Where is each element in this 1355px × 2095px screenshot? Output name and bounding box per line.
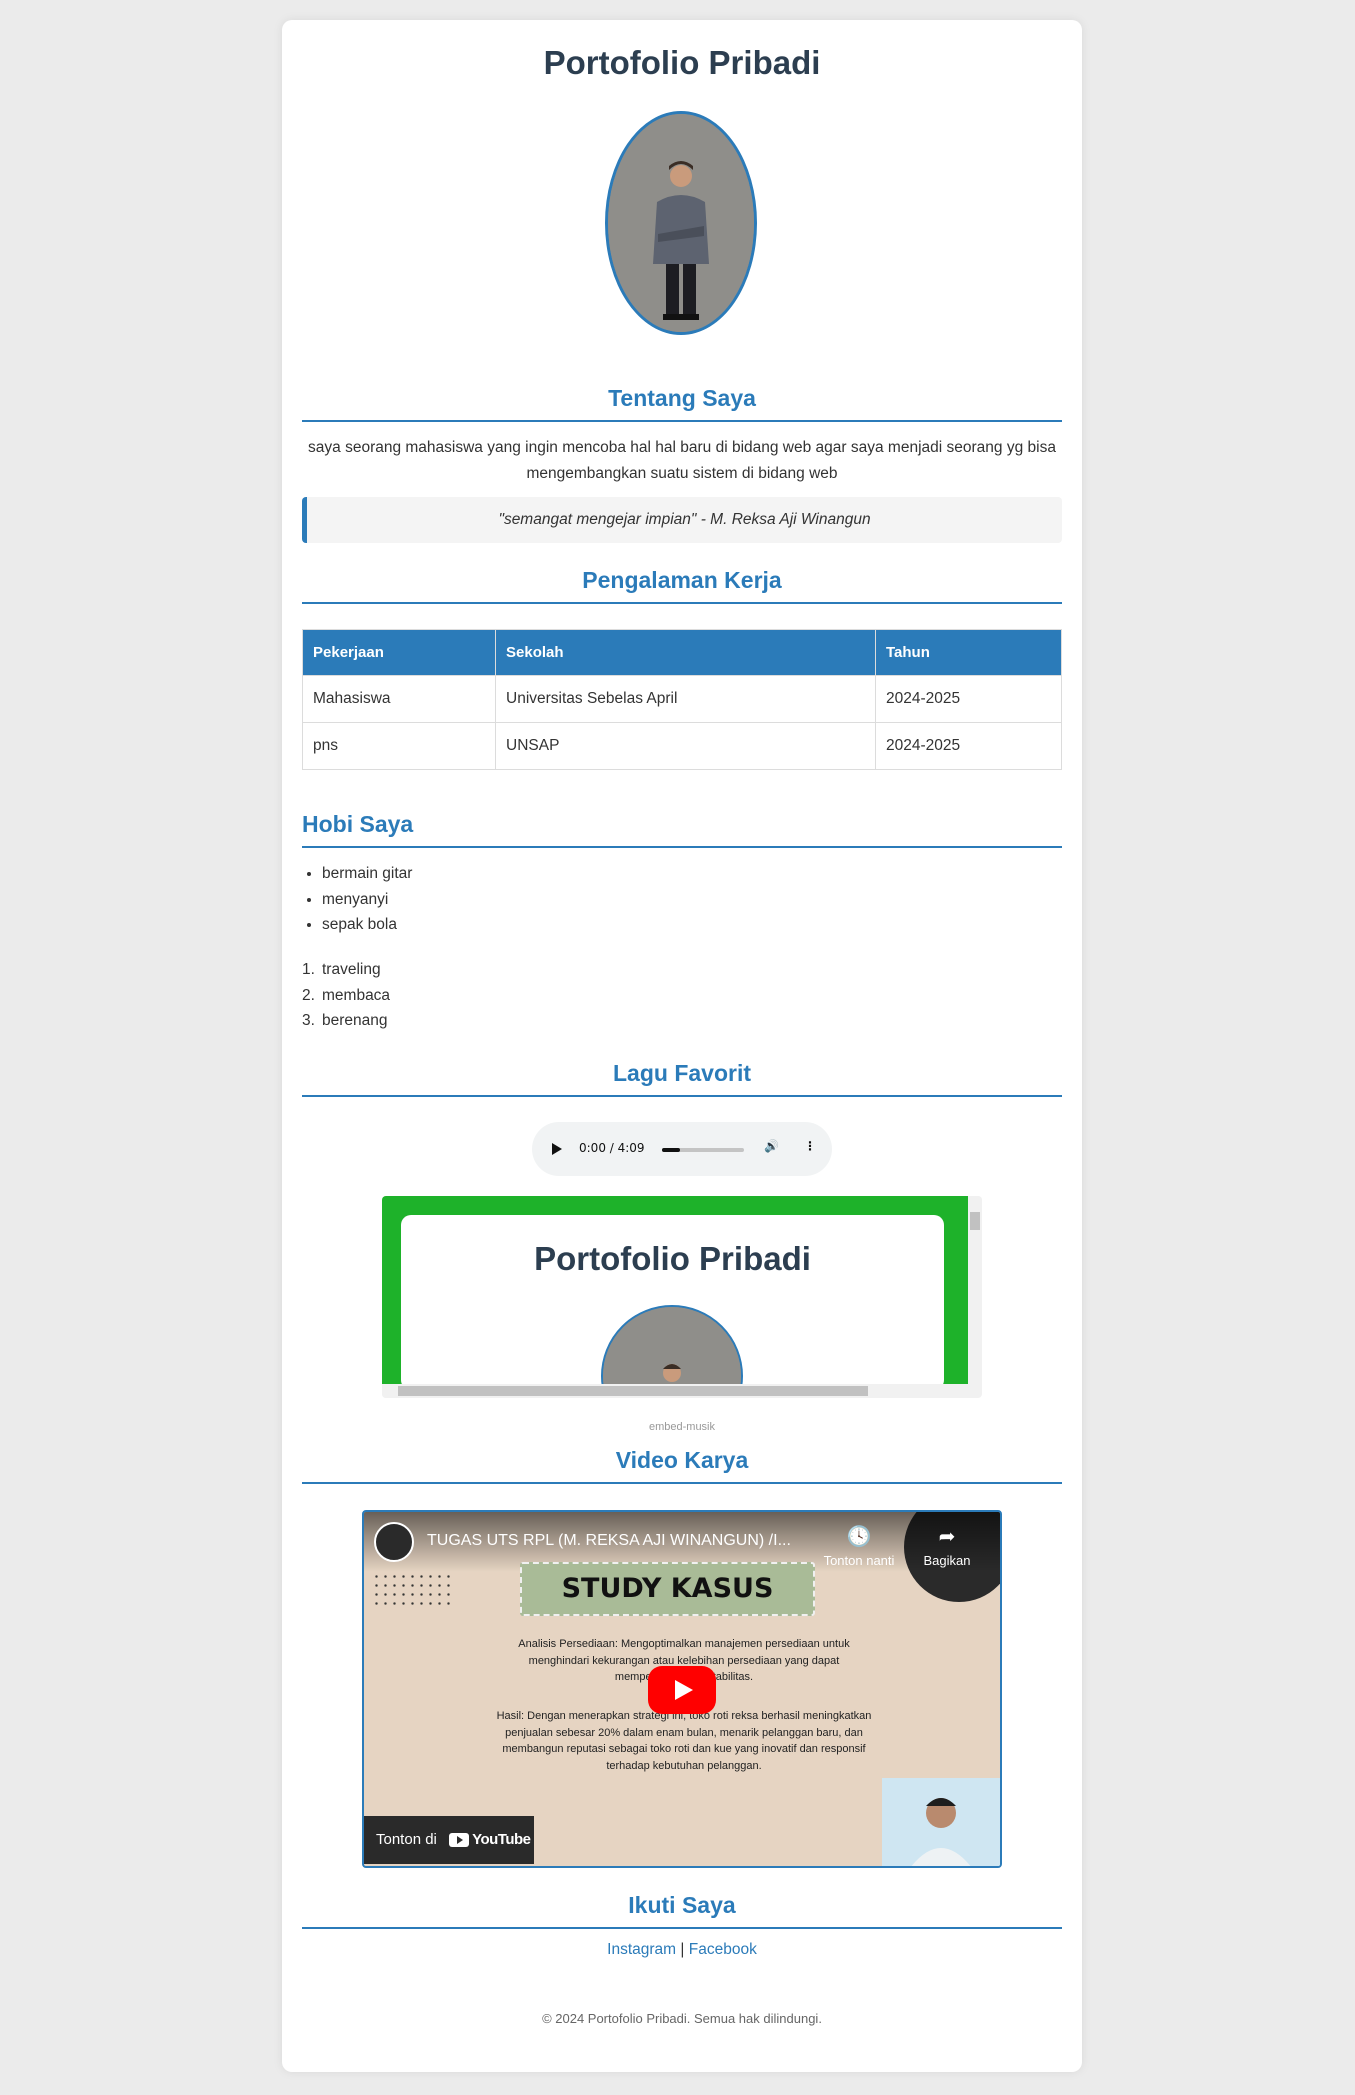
profile-photo [605, 111, 757, 335]
list-item: menyanyi [322, 887, 412, 913]
volume-icon[interactable]: 🔊 [764, 1139, 779, 1153]
table-cell: 2024-2025 [875, 675, 1062, 723]
list-item: membaca [302, 983, 391, 1008]
social-links: Instagram | Facebook [302, 1941, 1062, 1959]
table-cell: Universitas Sebelas April [495, 675, 876, 723]
music-heading: Lagu Favorit [302, 1060, 1062, 1097]
music-embed-frame[interactable]: Portofolio Pribadi [382, 1196, 982, 1398]
embed-vertical-scrollbar[interactable] [968, 1196, 982, 1384]
column-header-sekolah: Sekolah [495, 629, 876, 676]
audio-player[interactable]: 0:00 / 4:09 🔊 ⋮ [532, 1122, 832, 1176]
table-cell: 2024-2025 [875, 722, 1062, 770]
webcam-person-illustration [882, 1778, 1000, 1866]
portfolio-card: Portofolio Pribadi Tentang Saya saya seo… [282, 20, 1082, 2072]
slide-paragraph: Hasil: Dengan menerapkan strategi ini, t… [496, 1710, 872, 1772]
more-options-icon[interactable]: ⋮ [804, 1139, 816, 1153]
table-header-row: Pekerjaan Sekolah Tahun [302, 629, 1062, 676]
list-item: traveling [302, 957, 381, 982]
clock-icon: 🕓 [846, 1526, 872, 1548]
embed-label: embed-musik [648, 1421, 716, 1433]
instagram-link[interactable]: Instagram [607, 1941, 676, 1958]
video-heading: Video Karya [302, 1447, 1062, 1484]
page-title: Portofolio Pribadi [543, 44, 821, 81]
table-row: Mahasiswa Universitas Sebelas April 2024… [302, 675, 1062, 723]
embed-background: Portofolio Pribadi [382, 1196, 968, 1398]
about-text: saya seorang mahasiswa yang ingin mencob… [308, 439, 1056, 482]
list-item: berenang [302, 1008, 388, 1033]
watch-later-label: Tonton nanti [823, 1553, 895, 1568]
share-label: Bagikan [923, 1553, 971, 1568]
quote: "semangat mengejar impian" - M. Reksa Aj… [302, 497, 1062, 543]
work-table: Pekerjaan Sekolah Tahun Mahasiswa Univer… [302, 629, 1062, 770]
hobbies-numbered-list: traveling membaca berenang [302, 957, 390, 1034]
webcam-overlay [882, 1778, 1000, 1866]
footer-copyright: © 2024 Portofolio Pribadi. Semua hak dil… [542, 2011, 822, 2026]
embed-title: Portofolio Pribadi [534, 1240, 811, 1277]
audio-seek-slider[interactable] [662, 1148, 744, 1152]
work-heading: Pengalaman Kerja [302, 567, 1062, 604]
share-button[interactable]: ➦ Bagikan [907, 1524, 987, 1568]
share-icon: ➦ [938, 1526, 956, 1548]
embed-card: Portofolio Pribadi [401, 1215, 944, 1398]
table-row: pns UNSAP 2024-2025 [302, 722, 1062, 770]
hobbies-bulleted-list: bermain gitar menyanyi sepak bola [302, 861, 412, 938]
table-cell: Mahasiswa [302, 675, 496, 723]
table-cell: UNSAP [495, 722, 876, 770]
column-header-tahun: Tahun [875, 629, 1062, 676]
scrollbar-thumb[interactable] [970, 1212, 980, 1230]
audio-progress-fill [662, 1148, 681, 1152]
link-separator: | [680, 1941, 685, 1958]
column-header-pekerjaan: Pekerjaan [302, 629, 496, 676]
youtube-embed[interactable]: TUGAS UTS RPL (M. REKSA AJI WINANGUN) /I… [362, 1510, 1002, 1868]
person-photo-illustration [608, 114, 754, 332]
slide-banner: STUDY KASUS [520, 1562, 815, 1616]
channel-avatar[interactable] [374, 1522, 414, 1562]
youtube-play-icon [449, 1833, 470, 1848]
video-title[interactable]: TUGAS UTS RPL (M. REKSA AJI WINANGUN) /I… [427, 1532, 817, 1550]
social-heading: Ikuti Saya [302, 1892, 1062, 1929]
play-icon[interactable] [552, 1143, 562, 1155]
hobbies-heading: Hobi Saya [302, 811, 1062, 848]
watch-on-label: Tonton di [376, 1831, 437, 1848]
play-button[interactable] [648, 1666, 716, 1714]
youtube-wordmark: YouTube [472, 1831, 531, 1848]
embed-horizontal-scrollbar[interactable] [382, 1384, 968, 1398]
list-item: bermain gitar [322, 861, 412, 887]
youtube-logo: YouTube [449, 1816, 531, 1864]
scrollbar-thumb[interactable] [398, 1386, 868, 1396]
table-cell: pns [302, 722, 496, 770]
facebook-link[interactable]: Facebook [689, 1941, 757, 1958]
slide-dots-decoration [372, 1572, 452, 1608]
audio-time: 0:00 / 4:09 [579, 1141, 645, 1155]
watch-on-youtube-button[interactable]: Tonton di YouTube [364, 1816, 534, 1864]
watch-later-button[interactable]: 🕓 Tonton nanti [819, 1524, 899, 1568]
about-heading: Tentang Saya [302, 385, 1062, 422]
list-item: sepak bola [322, 912, 412, 938]
